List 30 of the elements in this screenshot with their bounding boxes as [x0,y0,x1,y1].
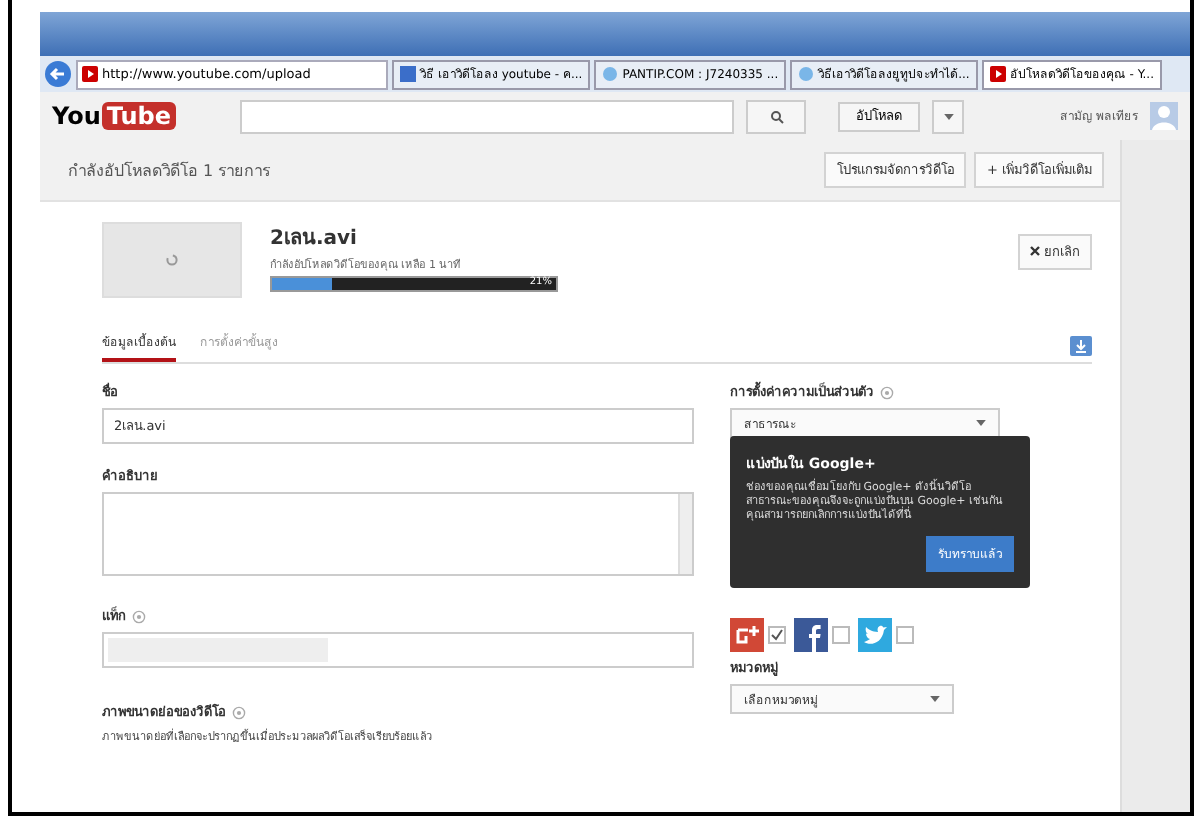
search-field[interactable] [240,99,734,133]
google-plus-icon[interactable] [730,618,764,652]
page-icon [602,66,619,82]
back-icon[interactable] [44,60,72,88]
logo[interactable]: You Tube [52,102,228,130]
share-checkbox[interactable] [832,626,850,644]
tags-field[interactable] [102,632,694,668]
help-icon [132,609,146,623]
spinner-icon [166,254,178,266]
bird-icon[interactable] [858,618,892,652]
search-button[interactable] [746,99,806,133]
dropdown-button[interactable] [932,99,964,133]
search-icon [769,109,783,123]
facebook-icon[interactable] [794,618,828,652]
page-icon [798,66,815,82]
download-icon[interactable] [1070,336,1092,356]
share-checkbox[interactable] [896,626,914,644]
video-site-icon [989,66,1006,82]
video-site-icon [82,66,98,82]
description-field[interactable] [102,492,694,576]
caret-icon [930,696,940,702]
help-icon [880,385,894,399]
file-name: 2เลน.avi [270,226,359,252]
help-icon [232,705,246,719]
share-checkbox[interactable] [768,626,786,644]
upload-title: กำลังอัปโหลดวิดีโอ 1 รายการ [68,159,271,183]
close-icon [1029,246,1040,256]
caret-icon [943,113,953,119]
site-icon [400,66,416,82]
caret-icon [976,420,986,426]
